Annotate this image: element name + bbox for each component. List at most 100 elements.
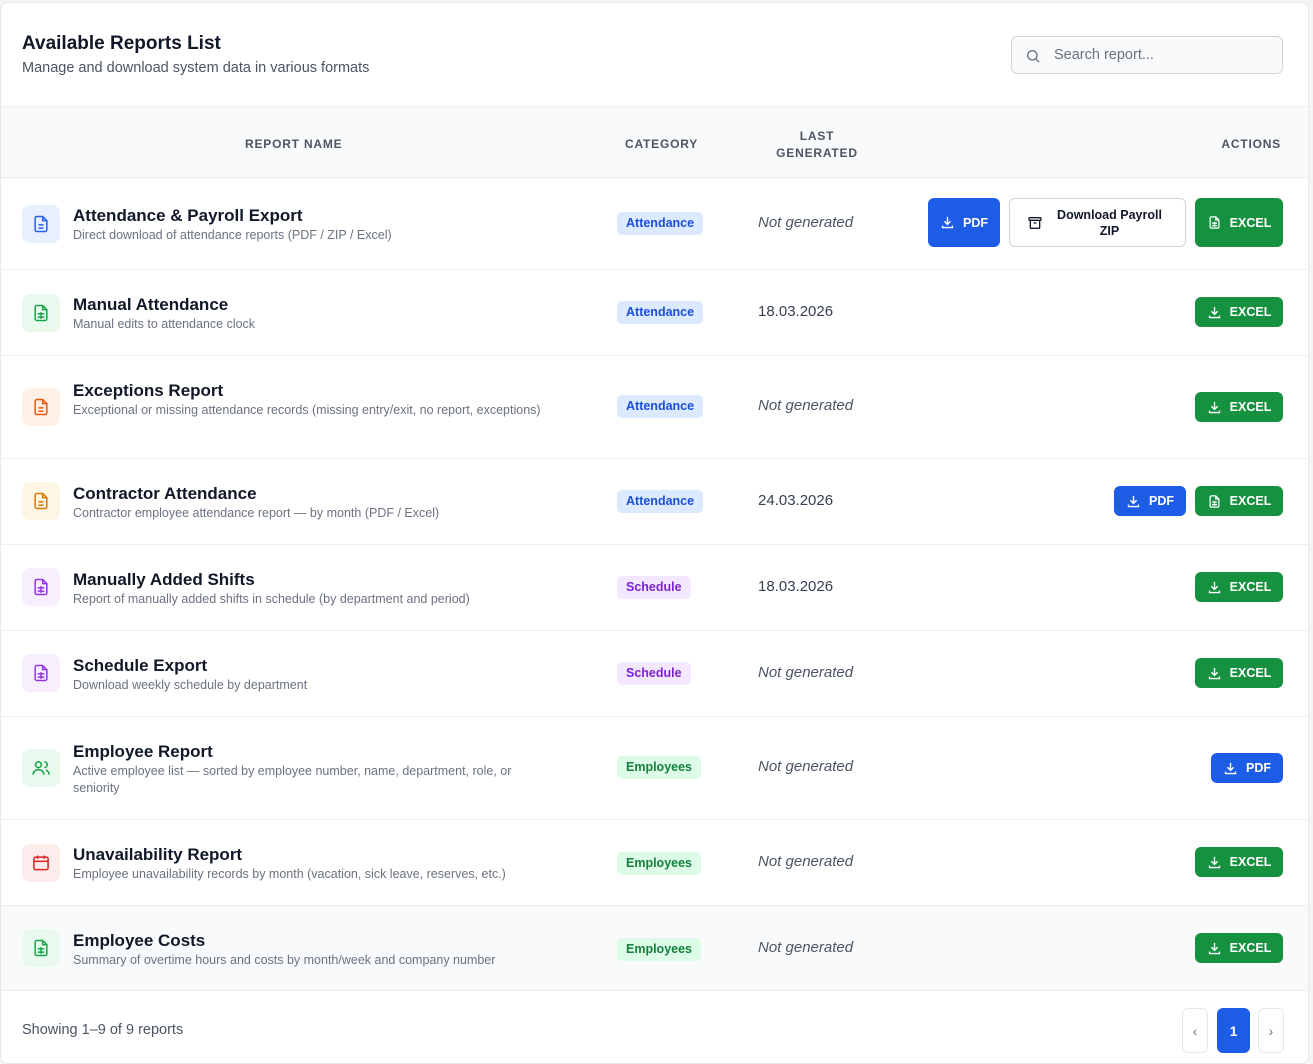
users-icon bbox=[22, 749, 60, 787]
excel-button-label: EXCEL bbox=[1229, 494, 1272, 508]
category-badge: Employees bbox=[617, 756, 702, 779]
excel-button[interactable]: EXCEL bbox=[1195, 847, 1283, 877]
last-generated: 24.03.2026 bbox=[758, 492, 834, 509]
category-badge: Schedule bbox=[617, 576, 691, 599]
excel-button[interactable]: EXCEL bbox=[1195, 658, 1283, 688]
category-badge: Attendance bbox=[617, 490, 704, 513]
pdf-button[interactable]: PDF bbox=[928, 198, 1000, 247]
table-row: Attendance & Payroll Export Direct downl… bbox=[1, 177, 1308, 269]
excel-button-label: EXCEL bbox=[1229, 941, 1272, 955]
excel-button-label: EXCEL bbox=[1229, 215, 1272, 230]
table-row: Manual Attendance Manual edits to attend… bbox=[1, 269, 1308, 355]
download-icon bbox=[1208, 942, 1220, 954]
download-icon bbox=[1224, 762, 1237, 774]
last-generated: 18.03.2026 bbox=[758, 303, 834, 320]
table-row: Schedule Export Download weekly schedule… bbox=[1, 630, 1308, 716]
column-header-report-name[interactable]: Report Name bbox=[245, 137, 342, 151]
download-icon bbox=[1208, 306, 1220, 318]
report-description: Contractor employee attendance report — … bbox=[73, 506, 440, 520]
search-input[interactable] bbox=[1054, 37, 1274, 73]
category-badge: Attendance bbox=[617, 395, 704, 418]
last-generated: Not generated bbox=[758, 664, 854, 681]
category-badge: Attendance bbox=[617, 301, 704, 324]
report-name: Contractor Attendance bbox=[73, 484, 257, 503]
download-icon bbox=[1208, 667, 1220, 679]
excel-button[interactable]: EXCEL bbox=[1195, 572, 1283, 602]
column-header-last-generated[interactable]: Last Generated bbox=[761, 128, 873, 162]
download-zip-button-label: Download Payroll ZIP bbox=[1057, 207, 1162, 238]
search-icon bbox=[1027, 50, 1040, 63]
report-description: Download weekly schedule by department bbox=[73, 678, 308, 692]
report-name: Manually Added Shifts bbox=[73, 570, 255, 589]
last-generated: 18.03.2026 bbox=[758, 578, 834, 595]
page-edge bbox=[1309, 0, 1313, 1064]
pdf-button-label: PDF bbox=[1149, 494, 1174, 508]
excel-button-label: EXCEL bbox=[1229, 666, 1272, 680]
pdf-button[interactable]: PDF bbox=[1114, 486, 1186, 516]
column-header-actions: Actions bbox=[1221, 137, 1281, 151]
spreadsheet-icon bbox=[22, 929, 60, 967]
report-name: Employee Report bbox=[73, 742, 213, 761]
download-icon bbox=[1208, 581, 1220, 593]
pagination-summary: Showing 1–9 of 9 reports bbox=[22, 1022, 184, 1038]
report-name: Attendance & Payroll Export bbox=[73, 206, 303, 225]
report-description: Manual edits to attendance clock bbox=[73, 317, 256, 331]
spreadsheet-icon bbox=[22, 654, 60, 692]
excel-button[interactable]: EXCEL bbox=[1195, 933, 1283, 963]
last-generated: Not generated bbox=[758, 853, 854, 870]
next-page-button[interactable]: › bbox=[1258, 1008, 1284, 1053]
spreadsheet-icon bbox=[22, 294, 60, 332]
report-description: Employee unavailability records by month… bbox=[73, 867, 506, 881]
previous-page-button[interactable]: ‹ bbox=[1182, 1008, 1208, 1053]
page-header: Available Reports List Manage and downlo… bbox=[1, 3, 1308, 106]
category-badge: Employees bbox=[617, 938, 702, 961]
table-row: Unavailability Report Employee unavailab… bbox=[1, 819, 1308, 905]
excel-button-label: EXCEL bbox=[1229, 580, 1272, 594]
category-badge: Employees bbox=[617, 852, 702, 875]
search-box[interactable] bbox=[1011, 36, 1283, 74]
download-icon bbox=[941, 216, 954, 229]
excel-button-label: EXCEL bbox=[1229, 855, 1272, 869]
pdf-button-label: PDF bbox=[963, 215, 988, 230]
table-row: Exceptions Report Exceptional or missing… bbox=[1, 355, 1308, 458]
report-name: Exceptions Report bbox=[73, 381, 224, 400]
report-name: Employee Costs bbox=[73, 931, 206, 950]
report-description: Active employee list — sorted by employe… bbox=[73, 764, 512, 795]
download-zip-button[interactable]: Download Payroll ZIP bbox=[1009, 198, 1186, 247]
excel-button[interactable]: EXCEL bbox=[1195, 198, 1283, 247]
report-description: Summary of overtime hours and costs by m… bbox=[73, 953, 496, 967]
table-row: Contractor Attendance Contractor employe… bbox=[1, 458, 1308, 544]
last-generated: Not generated bbox=[758, 397, 854, 414]
table-row: Employee Report Active employee list — s… bbox=[1, 716, 1308, 819]
table-footer: Showing 1–9 of 9 reports ‹ 1 › bbox=[1, 990, 1308, 1063]
report-description: Report of manually added shifts in sched… bbox=[73, 592, 470, 606]
calendar-icon bbox=[22, 844, 60, 882]
table-header: Report Name Category Last Generated Acti… bbox=[1, 106, 1308, 177]
page-title: Available Reports List bbox=[22, 33, 221, 54]
spreadsheet-icon bbox=[1209, 216, 1220, 229]
table-row: Manually Added Shifts Report of manually… bbox=[1, 544, 1308, 630]
column-header-category[interactable]: Category bbox=[625, 137, 698, 151]
excel-button[interactable]: EXCEL bbox=[1195, 297, 1283, 327]
page-1-button[interactable]: 1 bbox=[1217, 1008, 1250, 1053]
pdf-button[interactable]: PDF bbox=[1211, 753, 1283, 783]
document-text-icon bbox=[22, 205, 60, 243]
download-icon bbox=[1208, 401, 1220, 413]
category-badge: Schedule bbox=[617, 662, 691, 685]
excel-button[interactable]: EXCEL bbox=[1195, 486, 1283, 516]
report-name: Unavailability Report bbox=[73, 845, 243, 864]
excel-button-label: EXCEL bbox=[1229, 305, 1272, 319]
category-badge: Attendance bbox=[617, 212, 704, 235]
page-subtitle: Manage and download system data in vario… bbox=[22, 60, 370, 76]
last-generated: Not generated bbox=[758, 758, 854, 775]
report-description: Direct download of attendance reports (P… bbox=[73, 228, 392, 242]
report-description: Exceptional or missing attendance record… bbox=[73, 403, 541, 417]
document-text-icon bbox=[22, 482, 60, 520]
download-icon bbox=[1127, 495, 1140, 507]
report-name: Manual Attendance bbox=[73, 295, 229, 314]
download-icon bbox=[1208, 856, 1220, 868]
last-generated: Not generated bbox=[758, 214, 854, 231]
table-row: Employee Costs Summary of overtime hours… bbox=[1, 905, 1308, 990]
archive-icon bbox=[1027, 216, 1042, 229]
excel-button[interactable]: EXCEL bbox=[1195, 392, 1283, 422]
